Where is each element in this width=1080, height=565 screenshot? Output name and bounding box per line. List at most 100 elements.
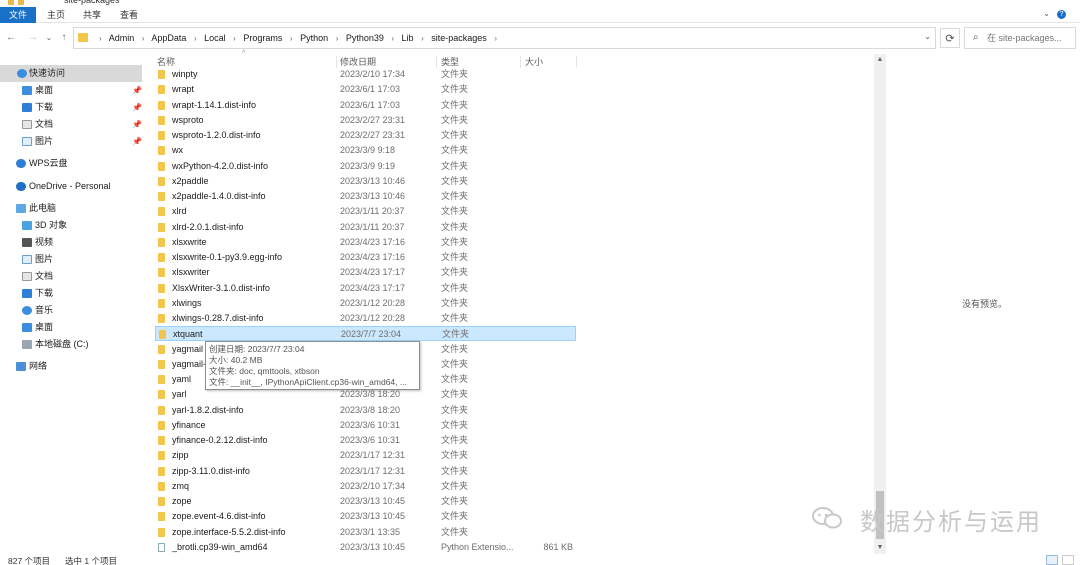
file-row[interactable]: zipp 2023/1/17 12:31 文件夹 [155,448,576,463]
file-row[interactable]: wrapt 2023/6/1 17:03 文件夹 [155,82,576,97]
sidebar-item-documents-pc[interactable]: 文档 [0,268,142,285]
large-icons-view-icon[interactable] [1062,555,1074,565]
cube-icon [22,221,32,230]
file-row[interactable]: zipp-3.11.0.dist-info 2023/1/17 12:31 文件夹 [155,464,576,479]
crumb-programs[interactable]: Programs [243,33,282,43]
pin-icon[interactable]: 📌 [132,133,142,150]
scroll-down-icon[interactable]: ▼ [874,542,886,554]
sidebar-item-music[interactable]: 音乐 [0,302,142,319]
help-icon[interactable]: ? [1057,10,1066,19]
sidebar-item-onedrive[interactable]: OneDrive - Personal [0,178,142,195]
crumb-appdata[interactable]: AppData [151,33,186,43]
file-row[interactable]: zope.event-4.6.dist-info 2023/3/13 10:45 文… [155,509,576,524]
file-row[interactable]: xlwings 2023/1/12 20:28 文件夹 [155,296,576,311]
crumb-lib[interactable]: Lib [402,33,414,43]
pin-icon[interactable]: 📌 [132,116,142,133]
tooltip-folders: 文件夹: doc, qmttools, xtbson [209,366,320,376]
file-row[interactable]: yfinance 2023/3/6 10:31 文件夹 [155,418,576,433]
chevron-right-icon[interactable]: › [142,34,145,43]
file-row[interactable]: xlrd-2.0.1.dist-info 2023/1/11 20:37 文件夹 [155,220,576,235]
chevron-right-icon[interactable]: › [391,34,394,43]
vertical-scrollbar[interactable]: ▲ ▼ [874,54,886,554]
file-row[interactable]: x2paddle-1.4.0.dist-info 2023/3/13 10:46 文… [155,189,576,204]
crumb-local[interactable]: Local [204,33,226,43]
sidebar-item-local-disk[interactable]: 本地磁盘 (C:) [0,336,142,353]
file-row[interactable]: xlsxwrite-0.1-py3.9.egg-info 2023/4/23 17… [155,250,576,265]
sidebar-item-desktop-pc[interactable]: 桌面 [0,319,142,336]
drive-icon [22,340,32,349]
sidebar-item-network[interactable]: 网络 [0,358,142,375]
file-row[interactable]: XlsxWriter-3.1.0.dist-info 2023/4/23 17:1… [155,281,576,296]
back-button[interactable]: ← [4,30,18,46]
scroll-up-icon[interactable]: ▲ [874,54,886,66]
crumb-site-packages[interactable]: site-packages [431,33,487,43]
sidebar-item-desktop[interactable]: 桌面 📌 [0,82,142,99]
details-view-icon[interactable] [1046,555,1058,565]
chevron-right-icon[interactable]: › [290,34,293,43]
folder-icon [158,253,165,262]
file-row[interactable]: xlrd 2023/1/11 20:37 文件夹 [155,204,576,219]
file-row[interactable]: xlsxwrite 2023/4/23 17:16 文件夹 [155,235,576,250]
item-count: 827 个项目 [8,556,51,565]
forward-button[interactable]: → [26,30,40,46]
pin-icon[interactable]: 📌 [132,99,142,116]
file-row[interactable]: wx 2023/3/9 9:18 文件夹 [155,143,576,158]
sidebar-item-pictures[interactable]: 图片 📌 [0,133,142,150]
chevron-right-icon[interactable]: › [99,34,102,43]
file-row[interactable]: zope 2023/3/13 10:45 文件夹 [155,494,576,509]
expand-ribbon-icon[interactable]: ⌄ [1043,9,1050,18]
file-row[interactable]: xlwings-0.28.7.dist-info 2023/1/12 20:28 文… [155,311,576,326]
recent-locations-button[interactable]: ⌄ [42,30,56,46]
search-box[interactable]: ⌕ [964,27,1076,49]
file-row[interactable]: yarl-1.8.2.dist-info 2023/3/8 18:20 文件夹 [155,403,576,418]
pin-icon[interactable]: 📌 [132,82,142,99]
chevron-right-icon[interactable]: › [194,34,197,43]
file-row[interactable]: wsproto 2023/2/27 23:31 文件夹 [155,113,576,128]
quick-access-toolbar[interactable] [8,0,48,5]
column-divider[interactable] [576,56,577,68]
folder-icon [158,131,165,140]
chevron-right-icon[interactable]: › [233,34,236,43]
file-date: 2023/3/13 10:45 [340,511,406,522]
sidebar-item-wps-cloud[interactable]: WPS云盘 [0,155,142,172]
file-type: 文件夹 [441,160,469,171]
chevron-right-icon[interactable]: › [336,34,339,43]
address-bar[interactable]: › Admin › AppData › Local › Programs › P… [73,27,936,49]
file-row[interactable]: wxPython-4.2.0.dist-info 2023/3/9 9:19 文件夹 [155,159,576,174]
search-input[interactable] [987,31,1073,45]
file-row[interactable]: winpty 2023/2/10 17:34 文件夹 [155,67,576,82]
address-dropdown-icon[interactable]: ⌄ [924,32,931,41]
file-row[interactable]: _brotli.cp39-win_amd64 2023/3/13 10:45 Pyt… [155,540,576,555]
file-row[interactable]: xlsxwriter 2023/4/23 17:17 文件夹 [155,265,576,280]
computer-icon [16,204,26,213]
sidebar-item-downloads-pc[interactable]: 下载 [0,285,142,302]
folder-icon [159,330,166,340]
file-row[interactable]: wsproto-1.2.0.dist-info 2023/2/27 23:31 文件… [155,128,576,143]
up-button[interactable]: ↑ [57,30,71,46]
tab-share[interactable]: 共享 [80,7,104,23]
sidebar-item-quick-access[interactable]: 快速访问 [0,65,142,82]
file-type: 文件夹 [441,435,469,445]
file-type: 文件夹 [441,191,469,201]
crumb-admin[interactable]: Admin [109,33,135,43]
file-row[interactable]: zmq 2023/2/10 17:34 文件夹 [155,479,576,494]
file-row[interactable]: x2paddle 2023/3/13 10:46 文件夹 [155,174,576,189]
chevron-right-icon[interactable]: › [421,34,424,43]
sidebar-item-documents[interactable]: 文档 📌 [0,116,142,133]
crumb-python[interactable]: Python [300,33,328,43]
sidebar-item-videos[interactable]: 视频 [0,234,142,251]
file-row[interactable]: yfinance-0.2.12.dist-info 2023/3/6 10:31 文… [155,433,576,448]
file-row[interactable]: wrapt-1.14.1.dist-info 2023/6/1 17:03 文件夹 [155,98,576,113]
refresh-button[interactable]: ⟳ [940,28,960,48]
sidebar-item-3d-objects[interactable]: 3D 对象 [0,217,142,234]
sidebar-item-this-pc[interactable]: 此电脑 [0,200,142,217]
tab-home[interactable]: 主页 [44,7,68,23]
sidebar-item-downloads[interactable]: 下载 📌 [0,99,142,116]
tab-file[interactable]: 文件 [0,7,36,23]
file-row[interactable]: xtquant 2023/7/7 23:04 文件夹 [155,326,576,342]
tab-view[interactable]: 查看 [117,7,141,23]
file-row[interactable]: zope.interface-5.5.2.dist-info 2023/3/1 1… [155,525,576,540]
crumb-python39[interactable]: Python39 [346,33,384,43]
sidebar-item-pictures-pc[interactable]: 图片 [0,251,142,268]
chevron-right-icon[interactable]: › [494,34,497,43]
